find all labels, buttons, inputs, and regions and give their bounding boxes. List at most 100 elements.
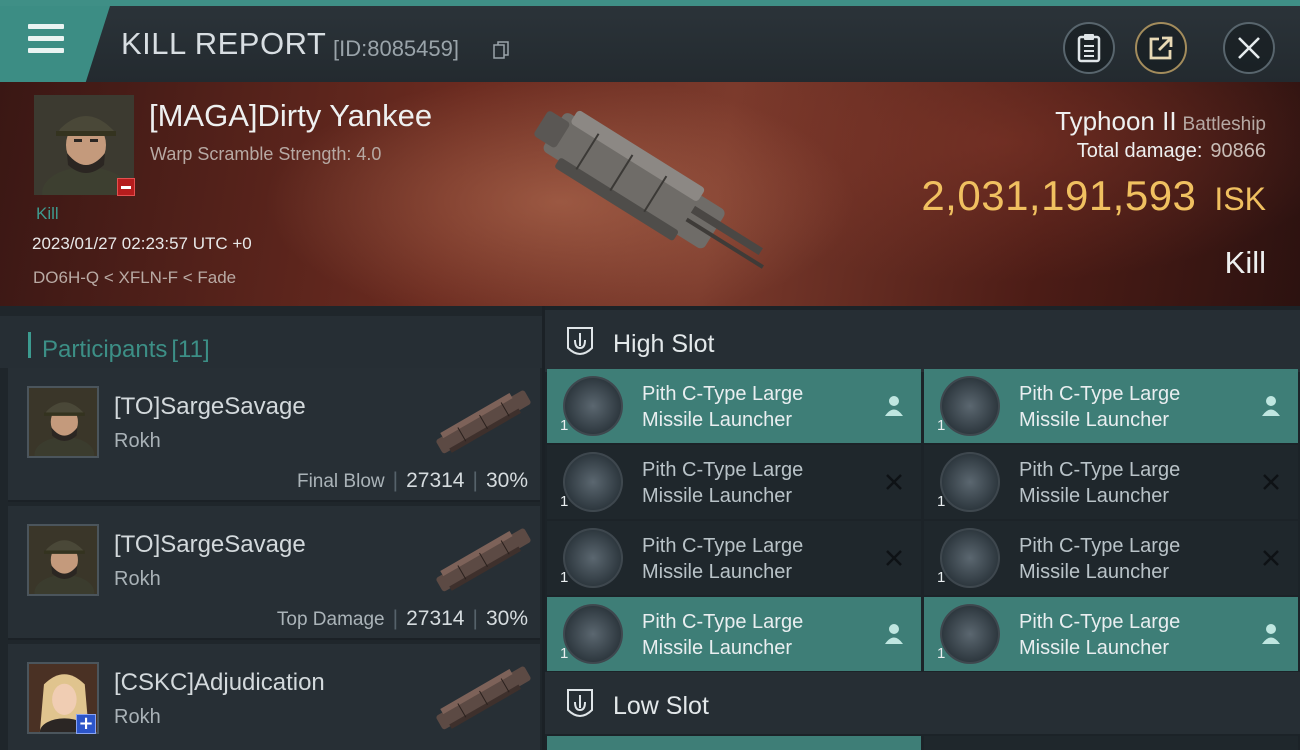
low-slot-header: Low Slot (545, 672, 1300, 734)
missile-launcher-icon (563, 528, 623, 588)
victim-ship-image[interactable] (515, 98, 785, 288)
kill-location[interactable]: DO6H-Q < XFLN-F < Fade (33, 268, 236, 288)
module-name: Pith C-Type Large Missile Launcher (642, 611, 804, 659)
victim-ship-name[interactable]: Typhoon II Battleship (1055, 106, 1266, 137)
report-id: [ID:8085459] (333, 36, 459, 61)
dropped-icon (1258, 621, 1284, 647)
close-button[interactable] (1223, 22, 1275, 74)
module-quantity: 1 (560, 645, 569, 662)
missile-launcher-icon (563, 604, 623, 664)
participant-ship-image (436, 528, 531, 592)
participant-row[interactable]: [TO]SargeSavage Rokh Top Damage | 27314 | 30… (8, 506, 540, 640)
participants-label: Participants (42, 336, 168, 363)
missile-launcher-icon (563, 452, 623, 512)
kill-timestamp: 2023/01/27 02:23:57 UTC +0 (32, 234, 252, 253)
participant-row[interactable]: + [CSKC]Adjudication Rokh (8, 644, 540, 750)
ship-type: Typhoon II (1055, 106, 1177, 136)
avatar[interactable] (27, 386, 99, 458)
module-name: Pith C-Type Large Missile Launcher (1019, 459, 1181, 507)
module-slot[interactable]: 1 Pith C-Type Large Missile Launcher (924, 597, 1298, 671)
module-name: Pith C-Type Large Missile Launcher (1019, 383, 1181, 431)
participant-ship-image (436, 390, 531, 454)
menu-icon[interactable] (28, 24, 64, 54)
fitting-panel: High Slot 1 Pith C-Type Large Missile Lau… (545, 306, 1300, 750)
participant-percent: 30% (485, 607, 528, 630)
module-slot[interactable]: 1 Pith C-Type Large Missile Launcher (547, 445, 921, 519)
friendly-badge: + (76, 714, 96, 734)
low-slot-icon (567, 689, 593, 717)
module-slot[interactable]: 1 Pith C-Type Large Missile Launcher (924, 521, 1298, 595)
header-bar: KILL REPORT [ID:8085459] (0, 0, 1300, 82)
participant-ship-image (436, 666, 531, 730)
clipboard-button[interactable] (1063, 22, 1115, 74)
participants-panel: Participants [11] [TO]SargeSavage Rokh F… (0, 306, 542, 750)
menu-tab[interactable] (0, 6, 110, 82)
share-icon (1149, 36, 1173, 60)
participant-stats: Final Blow | 27314 | 30% (296, 469, 528, 492)
page-title: KILL REPORT (121, 26, 327, 61)
module-slot[interactable] (924, 736, 1298, 750)
participant-name[interactable]: [CSKC]Adjudication (114, 669, 325, 697)
participant-name[interactable]: [TO]SargeSavage (114, 531, 306, 559)
missile-launcher-icon (940, 604, 1000, 664)
module-slot[interactable]: 1 Pith C-Type Large Missile Launcher (547, 597, 921, 671)
missile-launcher-icon (940, 376, 1000, 436)
participant-tag: Final Blow (296, 471, 385, 492)
module-name: Pith C-Type Large Missile Launcher (642, 383, 804, 431)
isk-value: 2,031,191,593 ISK (921, 172, 1266, 220)
copy-icon[interactable] (493, 41, 509, 59)
avatar[interactable] (27, 524, 99, 596)
module-quantity: 1 (560, 569, 569, 586)
module-quantity: 1 (560, 417, 569, 434)
warp-scramble-strength: Warp Scramble Strength: 4.0 (150, 144, 382, 164)
participant-row[interactable]: [TO]SargeSavage Rokh Final Blow | 27314 | 30… (8, 368, 540, 502)
module-slot[interactable]: 1 Pith C-Type Large Missile Launcher (547, 521, 921, 595)
destroyed-icon (881, 469, 907, 495)
destroyed-icon (881, 545, 907, 571)
dropped-icon (1258, 393, 1284, 419)
participant-tag: Top Damage (276, 609, 385, 630)
high-slot-icon (567, 327, 593, 355)
isk-unit: ISK (1214, 181, 1266, 217)
participants-count: [11] (171, 336, 210, 363)
participant-ship: Rokh (114, 430, 161, 452)
participant-name[interactable]: [TO]SargeSavage (114, 393, 306, 421)
isk-amount: 2,031,191,593 (921, 172, 1197, 219)
participants-header: Participants [11] (0, 316, 542, 368)
module-slot[interactable] (547, 736, 921, 750)
high-slot-header: High Slot (545, 310, 1300, 372)
participant-damage: 27314 (406, 607, 465, 630)
module-slot[interactable]: 1 Pith C-Type Large Missile Launcher (547, 369, 921, 443)
dropped-icon (881, 393, 907, 419)
participants-title: Participants [11] (42, 336, 210, 364)
module-name: Pith C-Type Large Missile Launcher (642, 459, 804, 507)
total-damage: Total damage: 90866 (1077, 140, 1266, 163)
missile-launcher-icon (940, 528, 1000, 588)
participant-ship: Rokh (114, 568, 161, 590)
module-quantity: 1 (937, 417, 946, 434)
missile-launcher-icon (940, 452, 1000, 512)
participant-stats: Top Damage | 27314 | 30% (276, 607, 528, 630)
share-button[interactable] (1135, 22, 1187, 74)
module-quantity: 1 (937, 645, 946, 662)
module-quantity: 1 (937, 493, 946, 510)
close-icon (1238, 37, 1260, 59)
destroyed-icon (1258, 545, 1284, 571)
module-slot[interactable]: 1 Pith C-Type Large Missile Launcher (924, 369, 1298, 443)
victim-role: Kill (36, 204, 59, 223)
module-name: Pith C-Type Large Missile Launcher (1019, 535, 1181, 583)
total-damage-label: Total damage: (1076, 140, 1203, 162)
clipboard-icon (1077, 34, 1101, 63)
total-damage-value: 90866 (1210, 140, 1266, 162)
module-quantity: 1 (937, 569, 946, 586)
destroyed-icon (1258, 469, 1284, 495)
ship-class: Battleship (1182, 114, 1266, 135)
dropped-icon (881, 621, 907, 647)
victim-name[interactable]: [MAGA]Dirty Yankee (149, 98, 432, 134)
low-slot-title: Low Slot (613, 692, 709, 720)
participant-ship: Rokh (114, 706, 161, 728)
hostile-badge (117, 178, 135, 196)
missile-launcher-icon (563, 376, 623, 436)
module-name: Pith C-Type Large Missile Launcher (642, 535, 804, 583)
module-slot[interactable]: 1 Pith C-Type Large Missile Launcher (924, 445, 1298, 519)
